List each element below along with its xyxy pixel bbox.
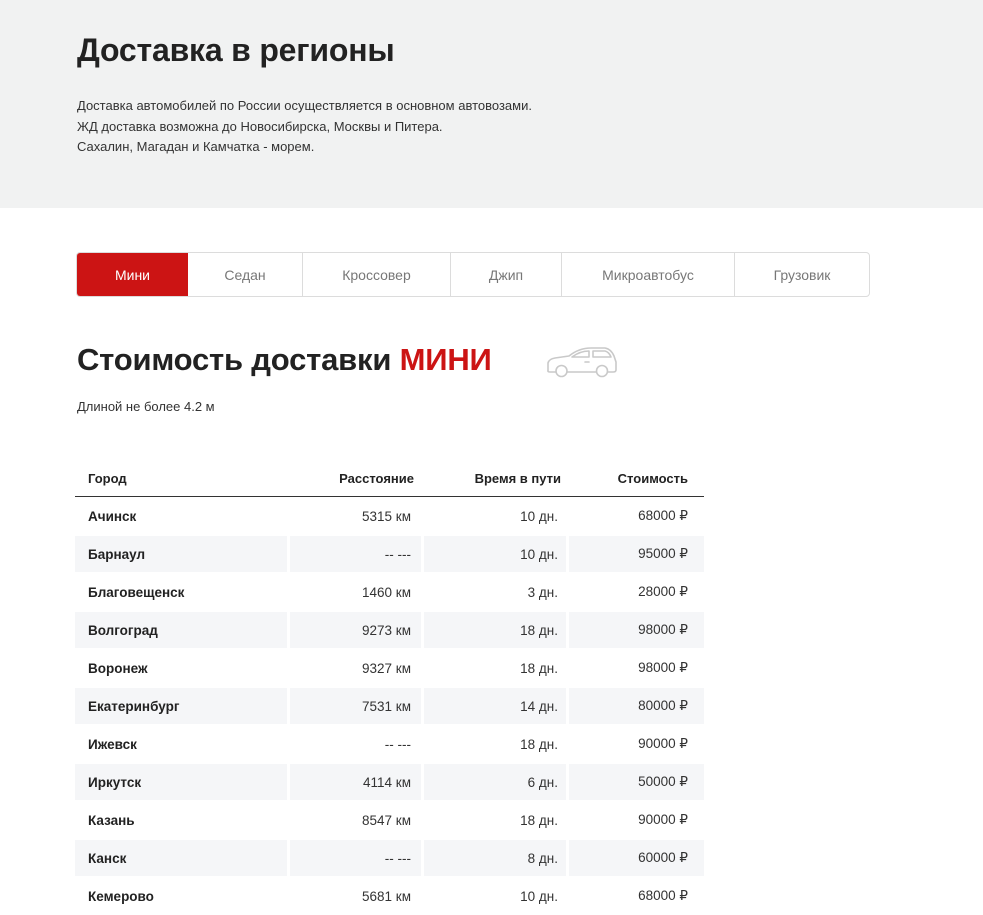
- section-subtitle: Длиной не более 4.2 м: [77, 399, 215, 414]
- cell-transit-time: 6 дн.: [424, 764, 569, 800]
- cell-transit-time: 18 дн.: [424, 802, 569, 838]
- table-row: Благовещенск 1460 км 3 дн. 28000 ₽: [75, 573, 704, 611]
- cell-price: 50000 ₽: [569, 764, 704, 800]
- table-row: Казань 8547 км 18 дн. 90000 ₽: [75, 801, 704, 839]
- cell-city: Иркутск: [75, 764, 290, 800]
- section-title-accent: МИНИ: [399, 342, 492, 377]
- cell-price: 90000 ₽: [638, 812, 688, 827]
- cell-price: 95000 ₽: [569, 536, 704, 572]
- hero-section: Доставка в регионы Доставка автомобилей …: [0, 0, 983, 208]
- cell-city: Екатеринбург: [75, 688, 290, 724]
- cell-transit-time: 18 дн.: [424, 612, 569, 648]
- table-row: Воронеж 9327 км 18 дн. 98000 ₽: [75, 649, 704, 687]
- cell-distance: -- ---: [290, 536, 424, 572]
- cell-price: 98000 ₽: [638, 660, 688, 675]
- cell-distance: -- ---: [290, 726, 424, 762]
- hero-description: Доставка автомобилей по России осуществл…: [77, 96, 532, 158]
- table-row: Барнаул -- --- 10 дн. 95000 ₽: [75, 535, 704, 573]
- cell-city: Волгоград: [75, 612, 290, 648]
- tab-sedan[interactable]: Седан: [188, 253, 303, 296]
- header-distance: Расстояние: [339, 470, 414, 486]
- table-row: Ижевск -- --- 18 дн. 90000 ₽: [75, 725, 704, 763]
- cell-city: Кемерово: [75, 878, 290, 914]
- tab-minibus[interactable]: Микроавтобус: [562, 253, 735, 296]
- cell-city: Барнаул: [75, 536, 290, 572]
- description-line: Доставка автомобилей по России осуществл…: [77, 98, 532, 113]
- cell-price: 98000 ₽: [569, 612, 704, 648]
- cell-city: Ачинск: [75, 498, 290, 534]
- page-title: Доставка в регионы: [77, 32, 395, 68]
- cell-distance: -- ---: [290, 840, 424, 876]
- cell-transit-time: 8 дн.: [424, 840, 569, 876]
- tab-crossover[interactable]: Кроссовер: [303, 253, 451, 296]
- cell-distance: 4114 км: [290, 764, 424, 800]
- delivery-price-table: Город Расстояние Время в пути Стоимость …: [75, 460, 704, 915]
- cell-transit-time: 14 дн.: [424, 688, 569, 724]
- cell-distance: 5315 км: [290, 498, 424, 534]
- table-row: Кемерово 5681 км 10 дн. 68000 ₽: [75, 877, 704, 915]
- table-row: Канск -- --- 8 дн. 60000 ₽: [75, 839, 704, 877]
- header-city: Город: [88, 470, 127, 486]
- cell-transit-time: 10 дн.: [424, 536, 569, 572]
- table-body: Ачинск 5315 км 10 дн. 68000 ₽ Барнаул -- --- 1…: [75, 497, 704, 915]
- cell-distance: 9327 км: [290, 650, 424, 686]
- cell-city: Воронеж: [75, 650, 290, 686]
- header-price: Стоимость: [617, 470, 688, 486]
- table-header: Город Расстояние Время в пути Стоимость: [75, 460, 704, 497]
- tab-jeep[interactable]: Джип: [451, 253, 562, 296]
- cell-distance: 8547 км: [290, 802, 424, 838]
- tab-mini[interactable]: Мини: [77, 253, 188, 296]
- cell-price: 68000 ₽: [638, 888, 688, 903]
- cell-transit-time: 18 дн.: [424, 650, 569, 686]
- car-icon: [547, 347, 617, 378]
- cell-price: 60000 ₽: [569, 840, 704, 876]
- vehicle-type-tabs: Мини Седан Кроссовер Джип Микроавтобус Г…: [76, 252, 870, 297]
- cell-transit-time: 18 дн.: [424, 726, 569, 762]
- table-row: Иркутск 4114 км 6 дн. 50000 ₽: [75, 763, 704, 801]
- cell-city: Ижевск: [75, 726, 290, 762]
- cell-city: Казань: [75, 802, 290, 838]
- tab-truck[interactable]: Грузовик: [735, 253, 869, 296]
- cell-city: Канск: [75, 840, 290, 876]
- description-line: Сахалин, Магадан и Камчатка - морем.: [77, 139, 315, 154]
- cell-distance: 9273 км: [290, 612, 424, 648]
- table-row: Волгоград 9273 км 18 дн. 98000 ₽: [75, 611, 704, 649]
- cell-transit-time: 10 дн.: [424, 878, 569, 914]
- cell-city: Благовещенск: [75, 574, 290, 610]
- cell-distance: 7531 км: [290, 688, 424, 724]
- section-title: Стоимость доставки МИНИ: [77, 342, 492, 378]
- cell-price: 28000 ₽: [638, 584, 688, 599]
- header-transit-time: Время в пути: [474, 470, 561, 486]
- cell-price: 80000 ₽: [569, 688, 704, 724]
- cell-transit-time: 10 дн.: [424, 498, 569, 534]
- cell-price: 68000 ₽: [638, 508, 688, 523]
- table-row: Екатеринбург 7531 км 14 дн. 80000 ₽: [75, 687, 704, 725]
- table-row: Ачинск 5315 км 10 дн. 68000 ₽: [75, 497, 704, 535]
- cell-price: 90000 ₽: [638, 736, 688, 751]
- description-line: ЖД доставка возможна до Новосибирска, Мо…: [77, 118, 443, 134]
- cell-distance: 5681 км: [290, 878, 424, 914]
- cell-distance: 1460 км: [290, 574, 424, 610]
- cell-transit-time: 3 дн.: [424, 574, 569, 610]
- section-title-prefix: Стоимость доставки: [77, 342, 392, 377]
